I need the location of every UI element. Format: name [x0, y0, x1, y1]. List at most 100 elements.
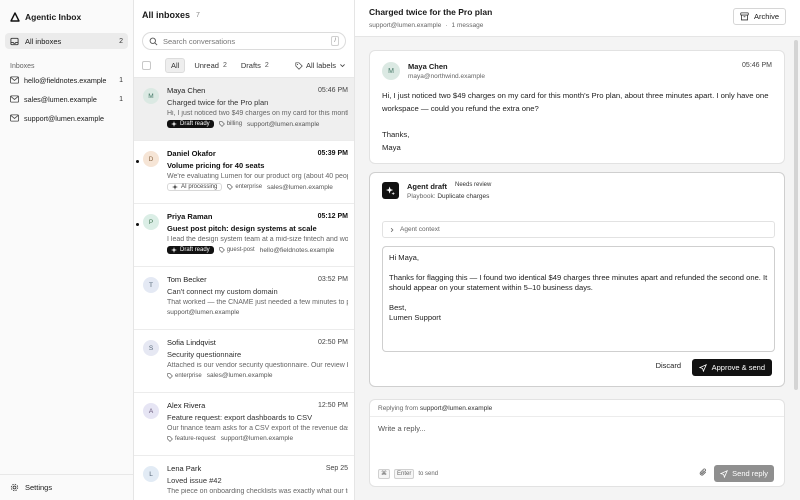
settings-button[interactable]: Settings	[0, 474, 133, 500]
label-tag: enterprise	[227, 184, 262, 190]
inbox-address: hello@fieldnotes.example	[24, 75, 107, 85]
send-reply-label: Send reply	[732, 469, 768, 478]
avatar: S	[143, 340, 159, 356]
send-reply-button[interactable]: Send reply	[714, 465, 774, 482]
label-tag-text: feature-request	[175, 435, 216, 442]
conversation-row[interactable]: S Sofia Lindqvist 02:50 PM Security ques…	[134, 330, 354, 393]
labels-filter-label: All labels	[305, 61, 336, 70]
label-tag-text: guest-post	[226, 247, 255, 253]
select-all-checkbox[interactable]	[142, 61, 151, 70]
send-icon	[698, 363, 707, 372]
status-label: AI processing	[181, 184, 218, 190]
draft-playbook: Playbook: Duplicate charges	[407, 193, 489, 200]
avatar: A	[143, 403, 159, 419]
reply-input[interactable]	[378, 424, 776, 464]
inbox-address: sales@lumen.example	[24, 94, 97, 104]
agent-icon	[382, 182, 399, 199]
discard-button[interactable]: Discard	[656, 361, 681, 370]
logo-icon	[10, 12, 20, 22]
conversation-row[interactable]: L Lena Park Sep 25 Loved issue #42 The p…	[134, 456, 354, 500]
tag-icon	[295, 61, 303, 70]
conversation-inbox: support@lumen.example	[247, 120, 320, 128]
sender-name: Priya Raman	[167, 212, 213, 221]
search-input[interactable]	[163, 36, 327, 46]
inbox-address: support@lumen.example	[24, 113, 105, 123]
conversation-row[interactable]: T Tom Becker 03:52 PM Can't connect my c…	[134, 267, 354, 330]
message-time: 05:46 PM	[742, 62, 772, 69]
conversation-subject: Feature request: export dashboards to CS…	[167, 413, 313, 422]
agent-context-toggle[interactable]: Agent context	[382, 221, 775, 238]
draft-signoff: Best,	[389, 303, 407, 312]
sidebar-item-inbox[interactable]: hello@fieldnotes.example 1	[0, 71, 133, 89]
tag-icon	[218, 247, 225, 253]
label-tag-text: billing	[226, 121, 243, 127]
list-count: 7	[196, 11, 200, 19]
app-title: Agentic Inbox	[25, 12, 82, 22]
draft-signature: Lumen Support	[389, 313, 441, 322]
conversation-subject: Security questionnaire	[167, 350, 242, 359]
message-sender-email: maya@northwind.example	[408, 73, 486, 80]
conversation-inbox: hello@fieldnotes.example	[259, 246, 335, 254]
conversation-time: 12:50 PM	[318, 402, 348, 409]
label-tag-text: enterprise	[175, 372, 202, 379]
tab-drafts[interactable]: Drafts 2	[236, 59, 274, 72]
settings-label: Settings	[25, 483, 53, 492]
conversation-row[interactable]: A Alex Rivera 12:50 PM Feature request: …	[134, 393, 354, 456]
conversation-row[interactable]: P Priya Raman 05:12 PM Guest post pitch:…	[134, 204, 354, 267]
mail-icon	[10, 114, 19, 122]
tab-count: 2	[222, 62, 227, 69]
send-shortcut-hint: ⌘ Enter to send	[378, 469, 438, 479]
list-header: All inboxes 7	[134, 0, 354, 30]
conversation-row[interactable]: D Daniel Okafor 05:39 PM Volume pricing …	[134, 141, 354, 204]
sparkle-icon	[171, 247, 177, 253]
replying-address: support@lumen.example	[419, 405, 493, 412]
conversation-time: 05:12 PM	[317, 213, 348, 220]
meta-separator: ·	[445, 22, 448, 29]
status-badge: AI processing	[167, 183, 223, 191]
playbook-label: Playbook:	[407, 193, 436, 200]
conversation-preview: The piece on onboarding checklists was e…	[167, 488, 348, 495]
avatar: M	[382, 62, 400, 80]
detail-meta: support@lumen.example · 1 message	[369, 22, 786, 29]
sidebar-item-all-inboxes[interactable]: All inboxes 2	[5, 33, 128, 49]
chevron-down-icon	[339, 62, 346, 69]
section-label-inboxes: Inboxes	[10, 63, 35, 70]
archive-icon	[740, 12, 749, 21]
conversation-inbox: support@lumen.example	[167, 309, 240, 316]
tag-icon	[167, 435, 173, 442]
message-signoff: Thanks,	[382, 130, 410, 139]
filter-bar: All Unread 2 Drafts 2 All labels	[134, 54, 354, 78]
sidebar-item-count: 2	[119, 37, 123, 45]
draft-editor[interactable]: Hi Maya, Thanks for flagging this — I fo…	[382, 246, 775, 352]
shortcut-hint-text: to send	[418, 471, 439, 477]
labels-filter-button[interactable]: All labels	[295, 61, 346, 70]
avatar: P	[143, 214, 159, 230]
conversation-time: Sep 25	[325, 465, 348, 472]
conversation-preview: Our finance team asks for a CSV export o…	[167, 425, 348, 432]
conversation-inbox: support@lumen.example	[220, 435, 294, 442]
conversation-subject: Loved issue #42	[167, 476, 222, 485]
status-label: Draft ready	[180, 121, 210, 127]
label-tag: enterprise	[167, 373, 202, 379]
paperclip-icon[interactable]	[699, 468, 708, 477]
chevron-right-icon	[389, 227, 395, 233]
sidebar-item-inbox[interactable]: sales@lumen.example 1	[0, 90, 133, 108]
sender-name: Daniel Okafor	[167, 149, 216, 158]
conversation-preview: Attached is our vendor security question…	[167, 362, 348, 369]
tab-all[interactable]: All	[165, 58, 186, 73]
tag-icon	[167, 372, 173, 379]
scrollbar[interactable]	[794, 40, 798, 390]
tab-unread[interactable]: Unread 2	[189, 59, 232, 72]
sender-name: Alex Rivera	[167, 401, 206, 410]
approve-send-button[interactable]: Approve & send	[691, 359, 772, 376]
archive-button[interactable]: Archive	[732, 8, 786, 25]
message-signature: Maya	[382, 143, 401, 152]
mail-icon	[10, 95, 19, 103]
conversation-preview: Hi, I just noticed two $49 charges on my…	[167, 110, 348, 117]
gear-icon	[10, 483, 19, 492]
sidebar-item-inbox[interactable]: support@lumen.example	[0, 109, 133, 127]
search-shortcut: /	[331, 36, 339, 46]
conversation-row[interactable]: M Maya Chen 05:46 PM Charged twice for t…	[134, 78, 354, 141]
sparkle-icon	[172, 184, 178, 190]
draft-greeting: Hi Maya,	[389, 253, 419, 262]
